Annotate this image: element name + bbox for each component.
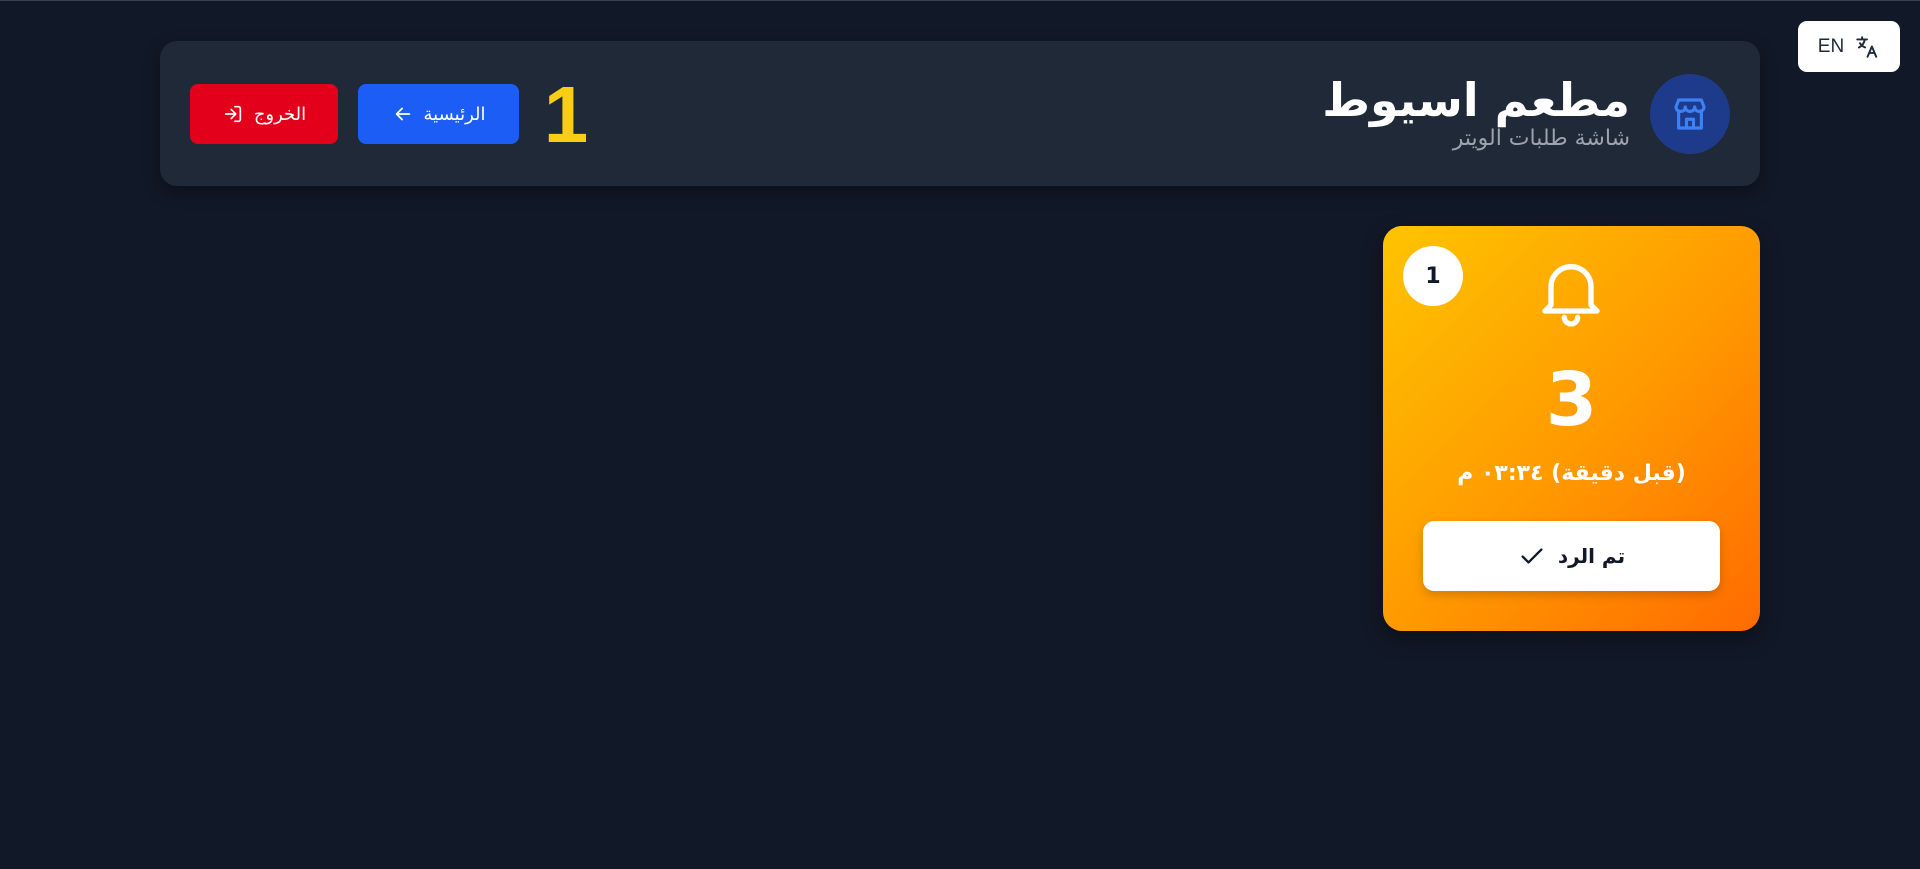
responded-button[interactable]: تم الرد xyxy=(1423,521,1720,591)
brand-text: مطعم اسيوط شاشة طلبات الويتر xyxy=(1322,75,1630,153)
logout-label: الخروج xyxy=(253,103,307,125)
header-card: الخروج الرئيسية 1 مطعم اسيوط شاشة طلبات … xyxy=(160,41,1760,186)
top-divider xyxy=(0,0,1920,1)
logout-icon xyxy=(224,105,241,123)
responded-label: تم الرد xyxy=(1557,544,1626,568)
home-label: الرئيسية xyxy=(423,103,486,125)
bell-icon xyxy=(1542,264,1600,327)
translate-icon xyxy=(1856,35,1878,58)
language-toggle-button[interactable]: EN xyxy=(1798,21,1900,72)
store-icon-badge xyxy=(1650,74,1730,154)
home-button[interactable]: الرئيسية xyxy=(358,84,519,144)
brand: مطعم اسيوط شاشة طلبات الويتر xyxy=(1322,73,1730,155)
check-icon xyxy=(1521,548,1543,564)
logout-button[interactable]: الخروج xyxy=(190,84,338,144)
store-icon xyxy=(1674,98,1706,130)
call-order-badge: 1 xyxy=(1403,246,1463,306)
arrow-left-icon xyxy=(395,107,410,121)
language-label: EN xyxy=(1817,35,1845,57)
restaurant-name: مطعم اسيوط xyxy=(1322,73,1630,127)
waiter-call-card: 1 3 (قبل دقيقة) ٠٣:٣٤ م تم الرد xyxy=(1383,226,1760,631)
screen-subtitle: شاشة طلبات الويتر xyxy=(1452,126,1630,151)
page-counter: 1 xyxy=(543,70,589,159)
call-time: (قبل دقيقة) ٠٣:٣٤ م xyxy=(1457,461,1686,486)
table-number: 3 xyxy=(1545,357,1598,443)
